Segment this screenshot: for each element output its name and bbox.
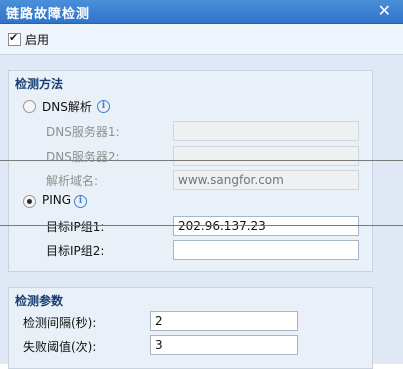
enable-row: 启用: [0, 24, 403, 55]
threshold-label: 失败阈值(次):: [23, 340, 97, 354]
dialog-body: 检测方法 DNS解析 i DNS服务器1: DNS服务器2: 解析域名: PIN…: [0, 55, 403, 369]
dns-server1-input[interactable]: [173, 121, 359, 141]
dns-info-icon[interactable]: i: [97, 100, 110, 113]
dns-domain-label: 解析域名:: [46, 174, 99, 188]
dns-domain-input[interactable]: [173, 170, 359, 190]
background-divider: [0, 160, 403, 161]
interval-label: 检测间隔(秒):: [23, 316, 97, 330]
dns-server1-label: DNS服务器1:: [46, 125, 120, 139]
enable-label: 启用: [25, 33, 50, 47]
interval-input[interactable]: [150, 311, 298, 331]
ping-ip1-input[interactable]: [173, 216, 359, 236]
window-title: 链路故障检测: [6, 7, 91, 22]
method-panel: 检测方法 DNS解析 i DNS服务器1: DNS服务器2: 解析域名: PIN…: [8, 70, 373, 272]
params-legend: 检测参数: [15, 294, 64, 308]
dns-label: DNS解析: [42, 100, 92, 114]
enable-checkbox[interactable]: [8, 31, 21, 46]
dns-server2-input[interactable]: [173, 146, 359, 166]
ping-radio[interactable]: [23, 195, 36, 208]
dns-server2-label: DNS服务器2:: [46, 150, 120, 164]
ping-ip1-label: 目标IP组1:: [46, 220, 105, 234]
dns-radio[interactable]: [23, 100, 36, 113]
ping-ip2-label: 目标IP组2:: [46, 244, 105, 258]
params-panel: 检测参数 检测间隔(秒): 失败阈值(次):: [8, 287, 373, 369]
ping-info-icon[interactable]: i: [74, 195, 87, 208]
threshold-input[interactable]: [150, 335, 298, 355]
ping-label: PING: [42, 193, 72, 207]
method-legend: 检测方法: [15, 77, 64, 91]
ping-ip2-input[interactable]: [173, 240, 359, 260]
close-icon[interactable]: ✕: [378, 1, 391, 21]
title-bar: 链路故障检测 ✕: [0, 0, 403, 24]
background-divider: [0, 225, 403, 226]
